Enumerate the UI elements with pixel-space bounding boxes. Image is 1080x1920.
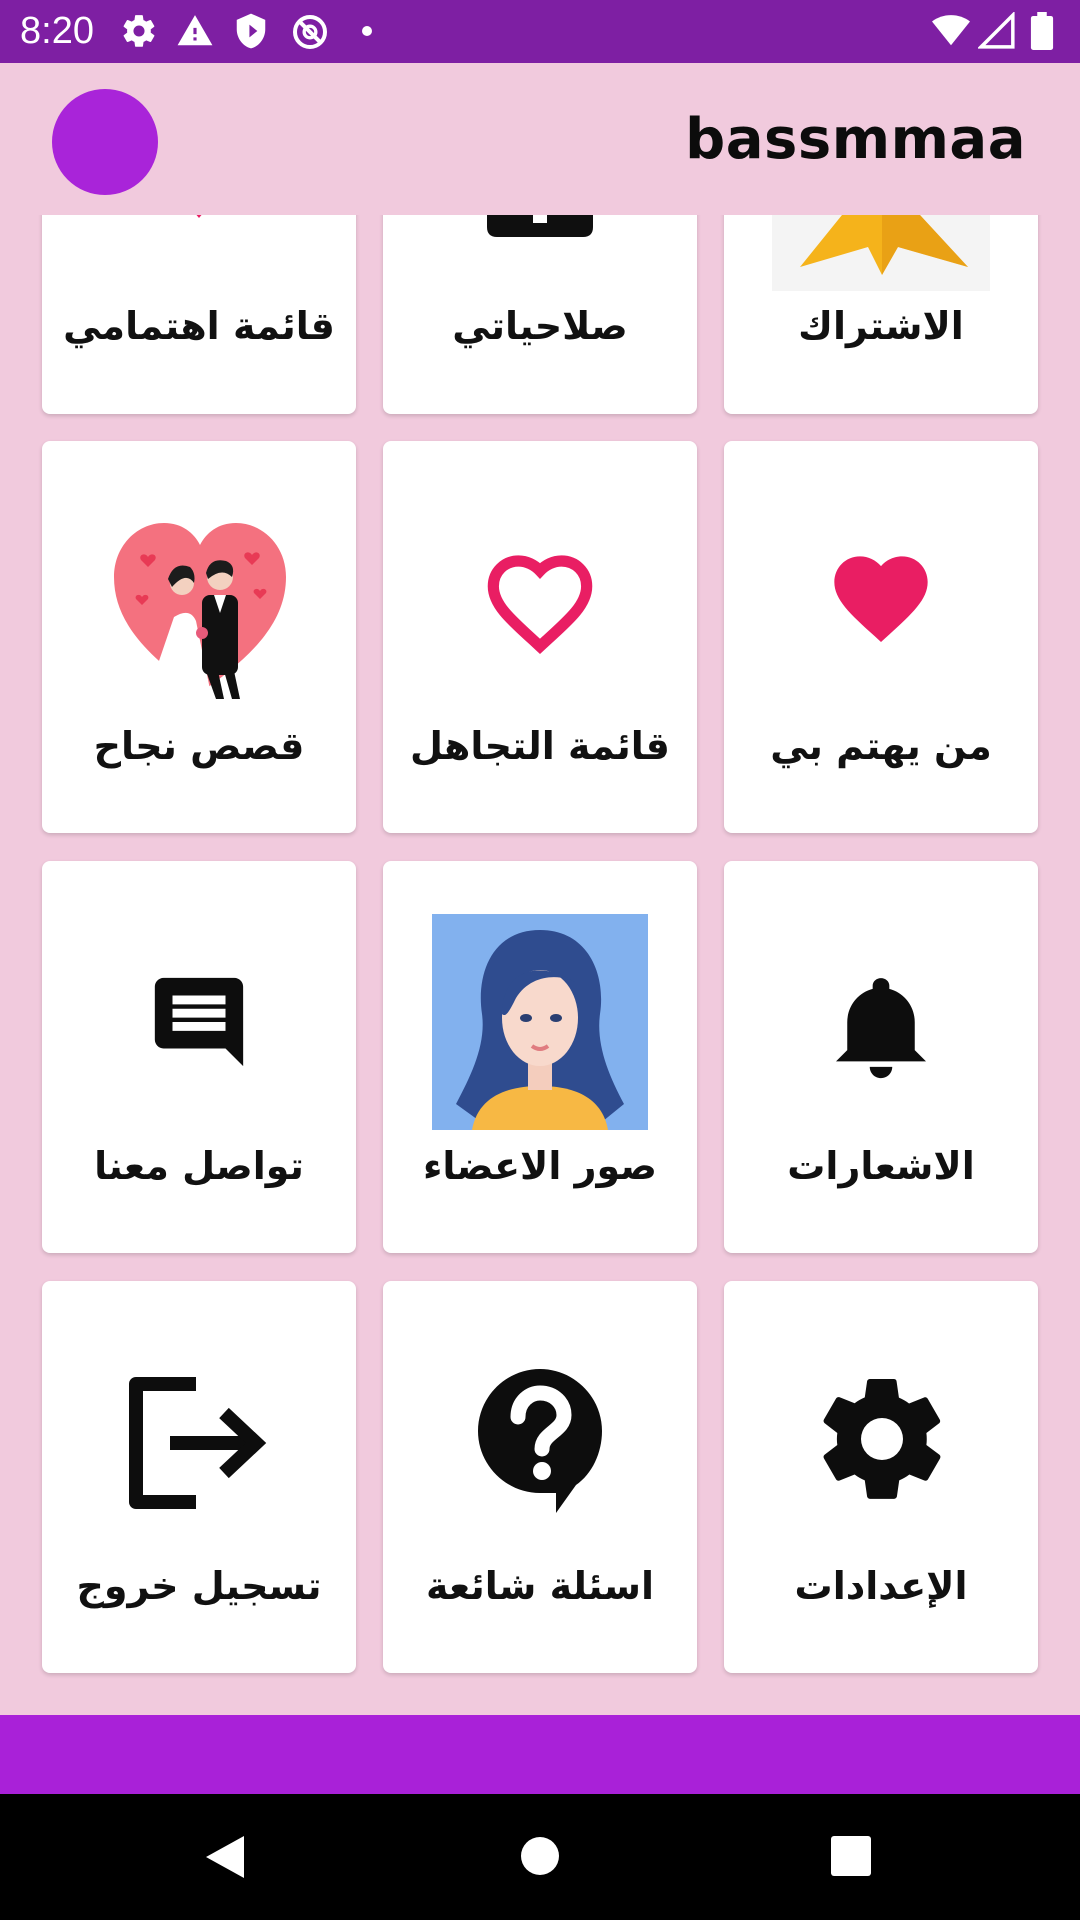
menu-card-label: من يهتم بي: [770, 724, 992, 768]
status-icons-right: [930, 12, 1060, 52]
home-icon[interactable]: [520, 1836, 560, 1876]
chat-icon: [154, 977, 244, 1067]
cell-signal-icon: [978, 12, 1015, 49]
gear-icon: [823, 1379, 941, 1499]
heart-outline-icon: [487, 555, 593, 655]
bottom-bar[interactable]: [0, 1715, 1080, 1794]
menu-card-my-permissions[interactable]: صلاحياتي: [383, 215, 697, 414]
avatar[interactable]: [52, 89, 158, 195]
permissions-icon: [487, 215, 593, 237]
menu-card-label: صلاحياتي: [452, 304, 628, 348]
menu-card-label: قائمة التجاهل: [410, 724, 670, 768]
menu-card-success-stories[interactable]: قصص نجاح: [42, 441, 356, 833]
status-time: 8:20: [20, 10, 94, 52]
menu-card-faq[interactable]: اسئلة شائعة: [383, 1281, 697, 1673]
menu-card-settings[interactable]: الإعدادات: [724, 1281, 1038, 1673]
menu-card-who-cares-about-me[interactable]: من يهتم بي: [724, 441, 1038, 833]
menu-card-label: قصص نجاح: [93, 724, 305, 768]
bell-icon: [836, 978, 926, 1079]
menu-card-member-photos[interactable]: صور الاعضاء: [383, 861, 697, 1253]
logout-icon: [129, 1377, 267, 1509]
menu-card-logout[interactable]: تسجيل خروج: [42, 1281, 356, 1673]
menu-card-label: الإعدادات: [794, 1564, 968, 1608]
recents-icon[interactable]: [831, 1836, 871, 1876]
couple-heart-icon: [114, 523, 286, 699]
settings-status-icon: [123, 15, 155, 47]
menu-card-label: الاشتراك: [798, 304, 964, 348]
back-icon[interactable]: [204, 1834, 246, 1880]
dnd-status-icon: [293, 15, 327, 49]
menu-card-contact-us[interactable]: تواصل معنا: [42, 861, 356, 1253]
heart-icon: [834, 556, 928, 642]
menu-card-label: تواصل معنا: [94, 1144, 304, 1188]
dot-status-icon: [362, 26, 372, 36]
member-photo-icon: [432, 914, 648, 1130]
menu-card-label: الاشعارات: [787, 1144, 975, 1188]
menu-grid[interactable]: قائمة اهتمامي صلاحياتي الاشتراك قصص نجاح…: [0, 215, 1080, 1715]
menu-card-subscription[interactable]: الاشتراك: [724, 215, 1038, 414]
menu-card-notifications[interactable]: الاشعارات: [724, 861, 1038, 1253]
navigation-bar: [0, 1794, 1080, 1920]
menu-card-label: اسئلة شائعة: [425, 1564, 655, 1608]
wifi-icon: [932, 15, 970, 46]
heart-icon: [196, 215, 202, 218]
menu-card-label: تسجيل خروج: [76, 1564, 322, 1608]
menu-card-label: قائمة اهتمامي: [63, 304, 335, 348]
warning-status-icon: [177, 15, 213, 46]
help-icon: [478, 1369, 602, 1513]
status-bar: 8:20: [0, 0, 1080, 63]
app-header: bassmmaa: [0, 63, 1080, 215]
battery-icon: [1030, 12, 1054, 50]
shield-status-icon: [236, 13, 266, 49]
menu-card-ignore-list[interactable]: قائمة التجاهل: [383, 441, 697, 833]
app-title: bassmmaa: [685, 107, 1026, 172]
star-icon: [772, 215, 990, 291]
menu-card-label: صور الاعضاء: [422, 1144, 658, 1188]
menu-card-my-interests[interactable]: قائمة اهتمامي: [42, 215, 356, 414]
